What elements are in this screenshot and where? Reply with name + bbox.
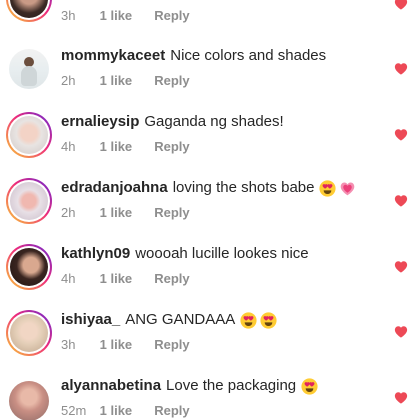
- comment-text: alyannabetina Love the packaging: [61, 377, 381, 395]
- reply-button[interactable]: Reply: [154, 73, 189, 88]
- reply-button[interactable]: Reply: [154, 205, 189, 220]
- comment-text: ishiyaa_ ANG GANDAAA: [61, 311, 381, 329]
- comment-username[interactable]: mommykaceet: [61, 47, 165, 65]
- comment-meta: 2h 1 like Reply: [61, 205, 190, 220]
- comment-item: mommykaceet Nice colors and shades 2h 1 …: [0, 44, 420, 110]
- comment-item: 3h 1 like Reply: [0, 0, 420, 42]
- like-heart-icon[interactable]: [394, 391, 408, 404]
- comment-body: Love the packaging: [166, 377, 297, 394]
- like-heart-icon[interactable]: [394, 0, 408, 10]
- avatar[interactable]: [6, 378, 52, 420]
- comment-item: ernalieysip Gaganda ng shades! 4h 1 like…: [0, 110, 420, 176]
- comment-meta: 2h 1 like Reply: [61, 73, 190, 88]
- like-count-link[interactable]: 1 like: [100, 73, 151, 88]
- comment-item: ishiyaa_ ANG GANDAAA 3h 1 like Reply: [0, 308, 420, 374]
- like-heart-icon[interactable]: [394, 260, 408, 273]
- comment-username[interactable]: alyannabetina: [61, 377, 161, 395]
- avatar[interactable]: [6, 46, 52, 92]
- comment-username[interactable]: edradanjoahna: [61, 179, 168, 197]
- reply-button[interactable]: Reply: [154, 271, 189, 286]
- comment-username[interactable]: ernalieysip: [61, 113, 139, 131]
- comment-meta: 4h 1 like Reply: [61, 139, 190, 154]
- comment-text: ernalieysip Gaganda ng shades!: [61, 113, 381, 131]
- growing-heart-emoji: [339, 180, 356, 197]
- like-count-link[interactable]: 1 like: [100, 205, 151, 220]
- comment-body: Gaganda ng shades!: [144, 113, 284, 130]
- like-heart-icon[interactable]: [394, 62, 408, 75]
- reply-button[interactable]: Reply: [154, 403, 189, 418]
- comment-meta: 3h 1 like Reply: [61, 337, 190, 352]
- comment-time: 3h: [61, 8, 76, 23]
- comment-body: Nice colors and shades: [170, 47, 327, 64]
- comment-meta: 3h 1 like Reply: [61, 8, 190, 23]
- comment-time: 2h: [61, 205, 76, 220]
- comment-time: 2h: [61, 73, 76, 88]
- like-heart-icon[interactable]: [394, 194, 408, 207]
- reply-button[interactable]: Reply: [154, 8, 189, 23]
- comment-text: edradanjoahna loving the shots babe: [61, 179, 381, 197]
- comment-text: mommykaceet Nice colors and shades: [61, 47, 381, 65]
- heart-eyes-emoji: [301, 378, 318, 395]
- like-heart-icon[interactable]: [394, 325, 408, 338]
- comment-username[interactable]: kathlyn09: [61, 245, 130, 263]
- comment-body: woooah lucille lookes nice: [135, 245, 309, 262]
- comment-meta: 52m 1 like Reply: [61, 403, 190, 418]
- comment-time: 3h: [61, 337, 76, 352]
- reply-button[interactable]: Reply: [154, 139, 189, 154]
- avatar[interactable]: [6, 0, 52, 22]
- avatar[interactable]: [6, 310, 52, 356]
- comment-username[interactable]: ishiyaa_: [61, 311, 120, 329]
- like-count-link[interactable]: 1 like: [100, 337, 151, 352]
- comment-time: 52m: [61, 403, 87, 418]
- comment-item: edradanjoahna loving the shots babe 2h 1…: [0, 176, 420, 242]
- comment-body: loving the shots babe: [172, 179, 315, 196]
- comment-time: 4h: [61, 271, 76, 286]
- heart-eyes-emoji: [319, 180, 336, 197]
- avatar[interactable]: [6, 178, 52, 224]
- like-count-link[interactable]: 1 like: [100, 8, 151, 23]
- comment-text: kathlyn09 woooah lucille lookes nice: [61, 245, 381, 263]
- avatar[interactable]: [6, 244, 52, 290]
- like-count-link[interactable]: 1 like: [100, 271, 151, 286]
- reply-button[interactable]: Reply: [154, 337, 189, 352]
- like-heart-icon[interactable]: [394, 128, 408, 141]
- comment-list: 3h 1 like Reply mommykaceet Nice colors …: [0, 0, 420, 420]
- avatar[interactable]: [6, 112, 52, 158]
- comment-body: ANG GANDAAA: [125, 311, 236, 328]
- heart-eyes-emoji: [240, 312, 257, 329]
- heart-eyes-emoji: [260, 312, 277, 329]
- comment-item: kathlyn09 woooah lucille lookes nice 4h …: [0, 242, 420, 308]
- like-count-link[interactable]: 1 like: [100, 139, 151, 154]
- comment-item: alyannabetina Love the packaging 52m 1 l…: [0, 374, 420, 420]
- like-count-link[interactable]: 1 like: [100, 403, 151, 418]
- comment-meta: 4h 1 like Reply: [61, 271, 190, 286]
- comment-time: 4h: [61, 139, 76, 154]
